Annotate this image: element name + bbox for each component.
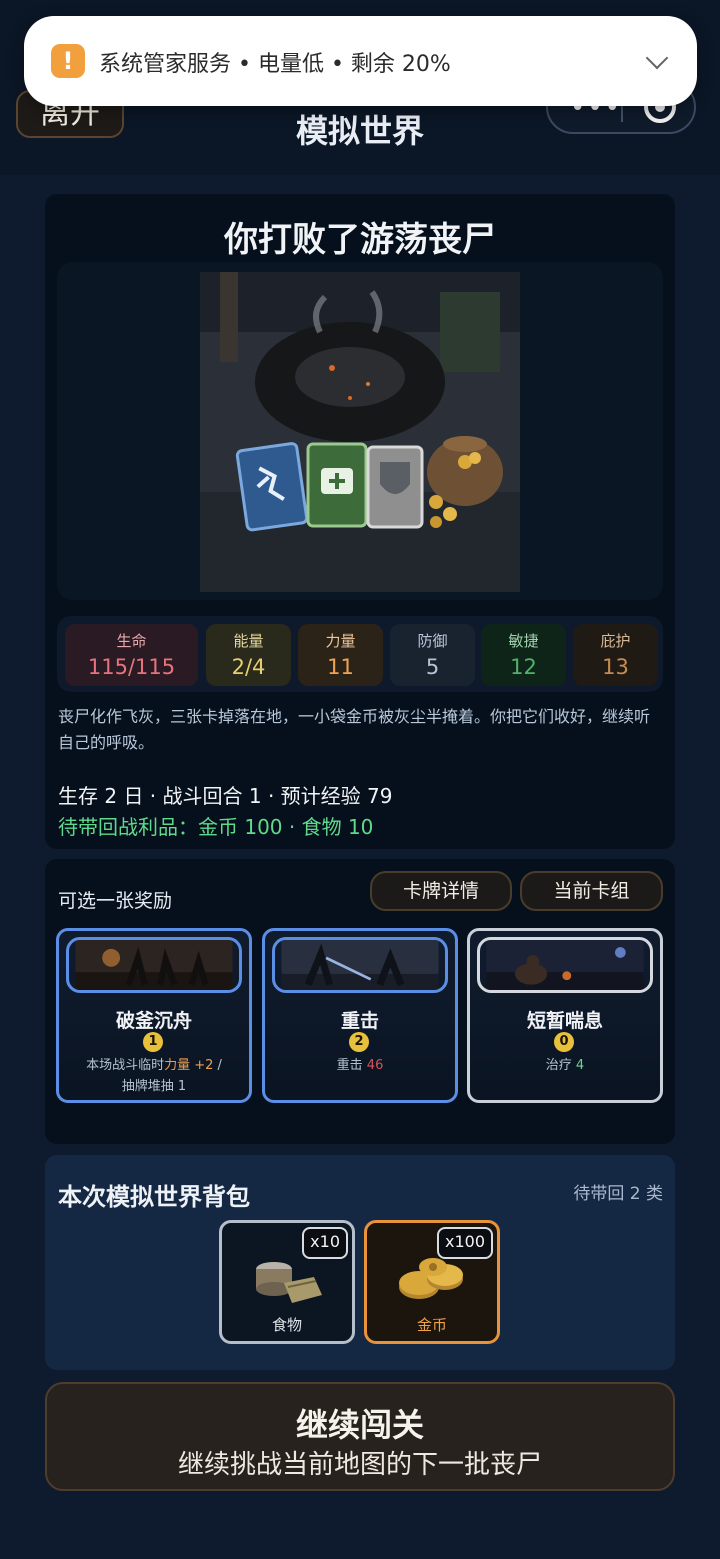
item-name: 金币 xyxy=(416,1316,447,1334)
pending-loot: 待带回战利品：金币 100 · 食物 10 xyxy=(58,815,374,839)
result-title: 你打败了游荡丧尸 xyxy=(224,220,496,260)
current-deck-button[interactable]: 当前卡组 xyxy=(520,871,663,911)
backpack-title: 本次模拟世界背包 xyxy=(58,1183,250,1211)
effect-separator: / xyxy=(213,1058,222,1073)
backpack-item-gold[interactable]: x100 金币 xyxy=(364,1220,500,1344)
energy-cost-badge: 1 xyxy=(143,1032,163,1052)
continue-title: 继续闯关 xyxy=(295,1406,424,1444)
stat-agility: 敏捷 12 xyxy=(481,624,566,686)
effect-text: 本场战斗临时 xyxy=(86,1058,165,1073)
item-quantity: x10 xyxy=(302,1227,348,1259)
card-art xyxy=(477,937,653,993)
effect-text: 重击 xyxy=(336,1058,367,1073)
card-art xyxy=(272,937,448,993)
battle-description: 丧尸化作飞灰，三张卡掉落在地，一小袋金币被灰尘半掩着。你把它们收好，继续听自己的… xyxy=(58,707,651,752)
card-detail-button[interactable]: 卡牌详情 xyxy=(370,871,512,911)
continue-subtitle: 继续挑战当前地图的下一批丧尸 xyxy=(177,1450,542,1480)
card-effect: 重击 46 xyxy=(273,1055,447,1076)
stat-label: 生命 xyxy=(116,632,147,650)
notification-text: 系统管家服务 • 电量低 • 剩余 20% xyxy=(99,52,451,77)
stat-shelter: 庇护 13 xyxy=(573,624,658,686)
stat-label: 力量 xyxy=(325,632,356,650)
reward-card-heavy-strike[interactable]: 重击 2 重击 46 xyxy=(262,928,458,1103)
stat-value: 11 xyxy=(327,655,354,679)
chevron-down-icon[interactable] xyxy=(645,46,669,70)
progress-summary: 生存 2 日 · 战斗回合 1 · 预计经验 79 xyxy=(58,784,393,808)
stat-label: 庇护 xyxy=(600,632,631,650)
battle-result-panel: 你打败了游荡丧尸 生命 115/115 能量 2/4 力量 11 防御 5 敏捷 12 庇… xyxy=(45,194,675,849)
stat-label: 能量 xyxy=(233,632,264,650)
card-art xyxy=(66,937,242,993)
battle-loot-illustration xyxy=(200,272,520,592)
energy-cost-badge: 0 xyxy=(554,1032,574,1052)
stat-strength: 力量 11 xyxy=(298,624,383,686)
card-name: 破釜沉舟 xyxy=(115,1010,192,1032)
system-notification[interactable]: ! 系统管家服务 • 电量低 • 剩余 20% xyxy=(24,16,697,106)
reward-panel: 可选一张奖励 卡牌详情 当前卡组 破釜沉舟 1 本场战斗临时力量 +2 / 抽牌堆… xyxy=(45,859,675,1144)
scene-frame xyxy=(57,262,663,600)
card-name: 短暂喘息 xyxy=(526,1010,603,1032)
effect-value: +2 xyxy=(194,1058,214,1073)
stat-health: 生命 115/115 xyxy=(65,624,198,686)
stat-value: 115/115 xyxy=(87,655,176,679)
backpack-count: 待带回 2 类 xyxy=(573,1184,663,1204)
reward-card-burn-boats[interactable]: 破釜沉舟 1 本场战斗临时力量 +2 / 抽牌堆抽 1 xyxy=(56,928,252,1103)
effect-text: 抽牌堆抽 1 xyxy=(121,1079,187,1094)
reward-label: 可选一张奖励 xyxy=(58,890,173,912)
stat-value: 12 xyxy=(510,655,537,679)
energy-cost-badge: 2 xyxy=(349,1032,369,1052)
effect-keyword: 力量 xyxy=(164,1058,191,1073)
stat-value: 13 xyxy=(602,655,629,679)
stat-energy: 能量 2/4 xyxy=(206,624,291,686)
stat-defense: 防御 5 xyxy=(390,624,475,686)
backpack-item-food[interactable]: x10 食物 xyxy=(219,1220,355,1344)
continue-button[interactable]: 继续闯关 继续挑战当前地图的下一批丧尸 xyxy=(45,1382,675,1491)
player-stats: 生命 115/115 能量 2/4 力量 11 防御 5 敏捷 12 庇护 13 xyxy=(57,616,663,692)
item-quantity: x100 xyxy=(436,1227,493,1259)
reward-card-brief-respite[interactable]: 短暂喘息 0 治疗 4 xyxy=(467,928,663,1103)
effect-value: 4 xyxy=(575,1058,585,1073)
stat-label: 防御 xyxy=(417,632,448,650)
battery-alert-icon: ! xyxy=(51,44,85,78)
card-name: 重击 xyxy=(340,1010,379,1032)
item-name: 食物 xyxy=(271,1316,302,1334)
effect-value: 46 xyxy=(366,1058,384,1073)
stat-value: 2/4 xyxy=(231,655,266,679)
backpack-panel: 本次模拟世界背包 待带回 2 类 x10 食物 x100 金币 xyxy=(45,1155,675,1370)
card-effect: 治疗 4 xyxy=(478,1055,652,1076)
card-effect: 本场战斗临时力量 +2 / 抽牌堆抽 1 xyxy=(67,1055,241,1097)
stat-label: 敏捷 xyxy=(508,632,539,650)
stat-value: 5 xyxy=(425,655,440,679)
effect-text: 治疗 xyxy=(545,1058,576,1073)
